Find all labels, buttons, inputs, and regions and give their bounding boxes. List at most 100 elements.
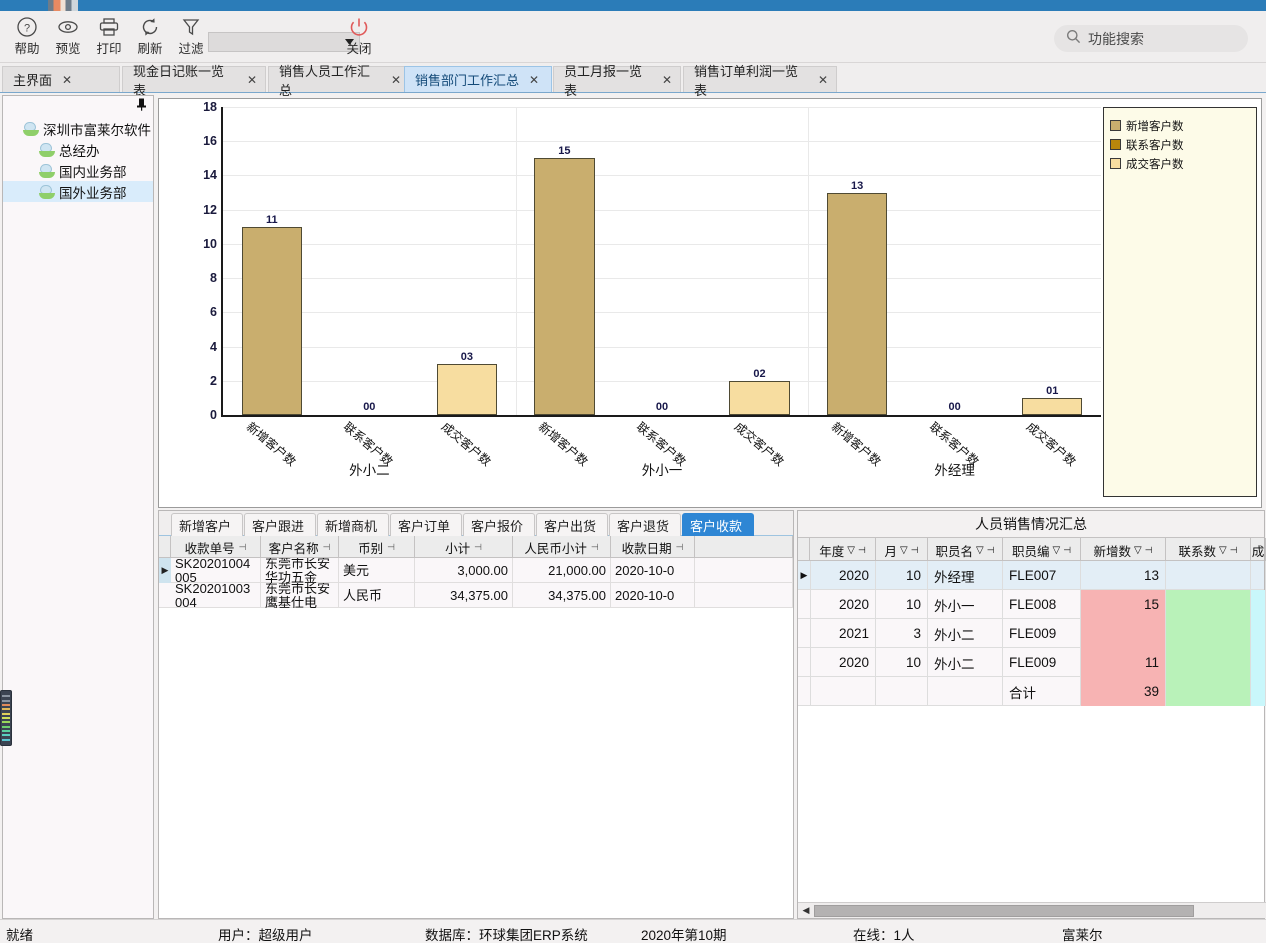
- chart-bar[interactable]: 13: [826, 180, 888, 415]
- column-pin-icon[interactable]: ⊣: [591, 542, 599, 553]
- chart-bar[interactable]: 15: [534, 145, 595, 415]
- column-header-rmb-subtotal[interactable]: 人民币小计 ⊣: [513, 536, 611, 558]
- window-title-bar: [0, 0, 1266, 11]
- cell-rmb-subtotal: 34,375.00: [548, 587, 606, 603]
- detail-tab-customer-order[interactable]: 客户订单: [390, 513, 462, 536]
- tab-sales-dept-summary[interactable]: 销售部门工作汇总 ✕: [404, 66, 552, 92]
- help-button[interactable]: ? 帮助: [6, 15, 48, 61]
- chart-group-separator: [808, 107, 810, 415]
- column-header-customer-name[interactable]: 客户名称 ⊣: [261, 536, 339, 558]
- detail-tab-customer-follow[interactable]: 客户跟进: [244, 513, 316, 536]
- legend-label: 联系客户数: [1126, 139, 1184, 152]
- column-pin-icon[interactable]: ⊣: [239, 542, 247, 553]
- column-pin-icon[interactable]: ⊣: [676, 542, 684, 553]
- chart-bar[interactable]: 11: [241, 214, 303, 415]
- function-search-input[interactable]: 功能搜索: [1054, 25, 1248, 52]
- close-button[interactable]: 关闭: [338, 15, 380, 61]
- column-label: 客户名称: [268, 541, 319, 556]
- column-header-closed-count[interactable]: 成: [1251, 538, 1266, 562]
- close-icon[interactable]: ✕: [662, 73, 672, 87]
- detail-grid-header: 收款单号 ⊣ 客户名称 ⊣ 币别 ⊣ 小计 ⊣ 人民币小计 ⊣ 收款日期 ⊣: [159, 536, 793, 558]
- close-icon[interactable]: ✕: [529, 73, 539, 87]
- main-toolbar: ? 帮助 预览 打印 刷新 过滤 关闭 功能搜索: [0, 11, 1266, 63]
- cell-staff-code: FLE007: [1009, 568, 1057, 583]
- column-pin-icon[interactable]: ⊣: [858, 545, 866, 556]
- column-header-contact-count[interactable]: 联系数 ▽ ⊣: [1166, 538, 1251, 562]
- cell-subtotal: 34,375.00: [450, 587, 508, 603]
- tree-node-general-office[interactable]: 总经办: [3, 139, 153, 160]
- tab-main-interface[interactable]: 主界面 ✕: [2, 66, 120, 92]
- detail-tab-customer-receipt[interactable]: 客户收款: [682, 513, 754, 536]
- close-icon[interactable]: ✕: [247, 73, 257, 87]
- tab-employee-monthly[interactable]: 员工月报一览表 ✕: [553, 64, 681, 98]
- column-header-year[interactable]: 年度 ▽ ⊣: [810, 538, 876, 562]
- detail-tab-new-customer[interactable]: 新增客户: [171, 513, 243, 536]
- column-header-currency[interactable]: 币别 ⊣: [339, 536, 415, 558]
- filter-button[interactable]: 过滤: [170, 15, 212, 61]
- status-period: 2020年第10期: [641, 928, 727, 943]
- column-header-staff-name[interactable]: 职员名 ▽ ⊣: [928, 538, 1003, 562]
- tab-sales-staff-summary[interactable]: 销售人员工作汇总 ✕: [268, 64, 410, 98]
- preview-button[interactable]: 预览: [47, 15, 89, 61]
- legend-swatch: [1110, 139, 1121, 150]
- x-axis-tick-label: 成交客户数: [1023, 419, 1079, 469]
- filter-icon[interactable]: ▽: [976, 545, 984, 556]
- tree-body: 深圳市富莱尔软件 总经办 国内业务部 国外业务部: [3, 114, 153, 202]
- tree-node-root[interactable]: 深圳市富莱尔软件: [3, 118, 153, 139]
- filter-icon[interactable]: ▽: [900, 545, 908, 556]
- detail-tab-customer-quote[interactable]: 客户报价: [463, 513, 535, 536]
- column-header-staff-code[interactable]: 职员编 ▽ ⊣: [1003, 538, 1081, 562]
- tree-node-domestic-business[interactable]: 国内业务部: [3, 160, 153, 181]
- close-icon[interactable]: ✕: [391, 73, 401, 87]
- table-row[interactable]: ▶ 2020 10 外经理 FLE007 13: [798, 561, 1266, 590]
- chart-bar[interactable]: 03: [436, 351, 498, 415]
- column-header-month[interactable]: 月 ▽ ⊣: [876, 538, 928, 562]
- print-button[interactable]: 打印: [88, 15, 130, 61]
- preview-button-label: 预览: [55, 42, 81, 56]
- column-pin-icon[interactable]: ⊣: [387, 542, 395, 553]
- tab-sales-order-profit[interactable]: 销售订单利润一览表 ✕: [683, 64, 837, 98]
- table-row-total[interactable]: 合计 39: [798, 677, 1266, 706]
- chart-gridline: [223, 278, 1101, 280]
- cell-month: 3: [913, 626, 921, 641]
- column-pin-icon[interactable]: ⊣: [911, 545, 919, 556]
- table-row[interactable]: 2021 3 外小二 FLE009: [798, 619, 1266, 648]
- cell-closed-count: [1251, 619, 1266, 648]
- chart-bar[interactable]: 02: [729, 368, 790, 415]
- filter-icon[interactable]: ▽: [847, 545, 855, 556]
- table-row[interactable]: ▶ SK20201004005 东莞市长安华功五金 美元 3,000.00 21…: [159, 558, 793, 583]
- tab-cash-journal[interactable]: 现金日记账一览表 ✕: [122, 64, 266, 98]
- chart-bar[interactable]: 01: [1021, 385, 1083, 415]
- column-pin-icon[interactable]: ⊣: [323, 542, 331, 553]
- column-pin-icon[interactable]: ⊣: [1230, 545, 1238, 556]
- column-pin-icon[interactable]: ⊣: [1063, 545, 1071, 556]
- cell-new-count-total: 39: [1143, 684, 1159, 699]
- close-icon[interactable]: ✕: [62, 73, 72, 87]
- column-pin-icon[interactable]: ⊣: [474, 542, 482, 553]
- detail-tab-new-opportunity[interactable]: 新增商机: [317, 513, 389, 536]
- refresh-button[interactable]: 刷新: [129, 15, 171, 61]
- detail-tab-customer-return[interactable]: 客户退货: [609, 513, 681, 536]
- scrollbar-thumb[interactable]: [814, 904, 1194, 917]
- tree-node-overseas-business[interactable]: 国外业务部: [3, 181, 153, 202]
- pin-icon[interactable]: [136, 98, 147, 114]
- table-row[interactable]: SK20201003004 东莞市长安鹰基仕电 人民币 34,375.00 34…: [159, 583, 793, 608]
- column-header-receipt-no[interactable]: 收款单号 ⊣: [171, 536, 261, 558]
- scroll-left-icon[interactable]: ◀: [798, 905, 814, 916]
- column-header-subtotal[interactable]: 小计 ⊣: [415, 536, 513, 558]
- filter-icon[interactable]: ▽: [1134, 545, 1142, 556]
- tab-label: 销售人员工作汇总: [279, 63, 371, 98]
- close-icon[interactable]: ✕: [818, 73, 828, 87]
- column-pin-icon[interactable]: ⊣: [1145, 545, 1153, 556]
- filter-icon[interactable]: ▽: [1052, 545, 1060, 556]
- table-row[interactable]: 2020 10 外小二 FLE009 11: [798, 648, 1266, 677]
- filter-icon[interactable]: ▽: [1219, 545, 1227, 556]
- column-header-receipt-date[interactable]: 收款日期 ⊣: [611, 536, 695, 558]
- horizontal-scrollbar[interactable]: ◀: [798, 902, 1266, 918]
- column-pin-icon[interactable]: ⊣: [987, 545, 995, 556]
- detail-tab-customer-ship[interactable]: 客户出货: [536, 513, 608, 536]
- cell-staff-code: FLE008: [1009, 597, 1057, 612]
- legend-swatch: [1110, 120, 1121, 131]
- table-row[interactable]: 2020 10 外小一 FLE008 15: [798, 590, 1266, 619]
- column-header-new-count[interactable]: 新增数 ▽ ⊣: [1081, 538, 1166, 562]
